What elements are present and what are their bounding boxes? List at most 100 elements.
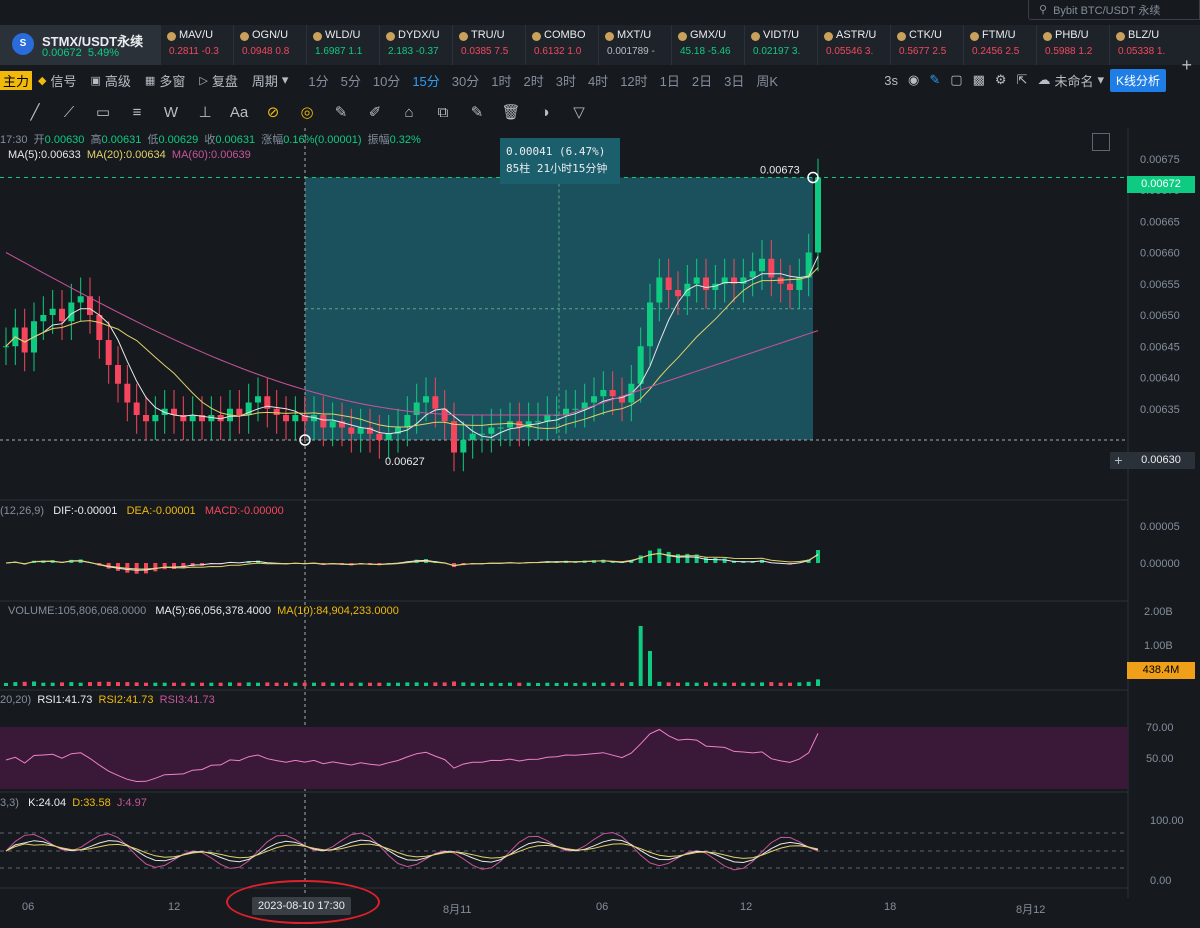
ticker-item[interactable]: GMX/U 45.18 -5.46: [671, 25, 744, 65]
search-input[interactable]: Bybit BTC/USDT 永续: [1053, 2, 1160, 18]
ray-icon[interactable]: ⟋: [58, 104, 80, 121]
ticker-item[interactable]: MXT/U 0.001789 -: [598, 25, 671, 65]
price-chart[interactable]: 0.006750.006700.006650.006600.006550.006…: [0, 128, 1200, 928]
candle-body: [469, 433, 476, 440]
timeframe-tab[interactable]: 周K: [750, 71, 784, 90]
ticker-item[interactable]: PHB/U 0.5988 1.2: [1036, 25, 1109, 65]
ticker-item[interactable]: BLZ/U 0.05338 1.: [1109, 25, 1182, 65]
coin-icon: [678, 32, 687, 41]
timeframe-tab[interactable]: 15分: [406, 71, 445, 90]
multi-window-button[interactable]: ▦ 多窗: [145, 71, 185, 90]
trash-icon[interactable]: 🗑: [500, 103, 522, 121]
period-dropdown[interactable]: 周期 ▾: [252, 71, 289, 90]
timeframe-tab[interactable]: 12时: [614, 71, 653, 90]
text-icon[interactable]: Aa: [228, 104, 250, 121]
volume-axis-tick: 2.00B: [1144, 606, 1173, 618]
magnet-icon[interactable]: ⊘: [262, 103, 284, 121]
macd-bar: [153, 563, 158, 572]
replay-button[interactable]: ▷ 复盘: [199, 71, 237, 90]
pen-icon[interactable]: ✐: [364, 103, 386, 121]
share-icon[interactable]: ⇱: [1017, 72, 1028, 88]
price-axis-tick: 0.00675: [1140, 154, 1180, 166]
main-force-tab[interactable]: 主力: [0, 70, 33, 90]
candle-body: [805, 252, 812, 278]
advanced-button[interactable]: ▣ 高级: [91, 71, 131, 90]
add-alert-icon[interactable]: +: [1110, 452, 1127, 469]
pen-icon[interactable]: ✎: [929, 72, 940, 88]
ticker-item[interactable]: COMBO 0.6132 1.0: [525, 25, 598, 65]
candle-body: [40, 315, 47, 322]
volume-bar: [405, 682, 410, 686]
volume-bar: [125, 682, 130, 686]
timeframe-tab[interactable]: 3时: [550, 71, 582, 90]
volume-bar: [517, 682, 522, 686]
ticker-item[interactable]: CTK/U 0.5677 2.5: [890, 25, 963, 65]
volume-bar: [78, 682, 83, 686]
edit-icon[interactable]: ✎: [466, 103, 488, 121]
timeframe-tab[interactable]: 5分: [335, 71, 367, 90]
candle-body: [143, 415, 149, 422]
advanced-icon: ▣: [90, 74, 101, 87]
rectangle-icon[interactable]: ▭: [92, 103, 114, 121]
timeframe-tab[interactable]: 10分: [367, 71, 406, 90]
timeframe-tab[interactable]: 2时: [517, 71, 549, 90]
delete-icon[interactable]: ⌂: [398, 104, 420, 121]
ticker-item[interactable]: WLD/U 1.6987 1.1: [306, 25, 379, 65]
ticker-item[interactable]: TRU/U 0.0385 7.5: [452, 25, 525, 65]
global-search[interactable]: ⚲ Bybit BTC/USDT 永续: [1028, 0, 1200, 20]
layout-icon[interactable]: ▩: [973, 72, 985, 88]
volume-bar: [452, 681, 456, 686]
candle-body: [273, 408, 280, 415]
volume-bar: [256, 682, 260, 686]
ticker-item[interactable]: FTM/U 0.2456 2.5: [963, 25, 1036, 65]
volume-bar: [162, 682, 167, 686]
parallel-channel-icon[interactable]: ≡: [126, 104, 148, 121]
copy-icon[interactable]: ⧉: [432, 104, 454, 121]
signal-button[interactable]: ◆ 信号: [38, 71, 76, 90]
cloud-layout-dropdown[interactable]: ☁ 未命名 ▾: [1037, 71, 1104, 90]
candle-body: [236, 408, 243, 415]
volume-bar: [442, 682, 447, 686]
camera-icon[interactable]: ◉: [908, 72, 919, 88]
timeframe-tab[interactable]: 1日: [654, 71, 686, 90]
fullscreen-icon[interactable]: ▢: [950, 72, 962, 88]
volume-bar: [788, 682, 792, 686]
wave-icon[interactable]: W: [160, 104, 182, 121]
volume-bar: [116, 682, 120, 686]
timeframe-tab[interactable]: 3日: [718, 71, 750, 90]
hide-icon[interactable]: ◑: [534, 104, 556, 121]
ticker-price: 1.6987 1.1: [315, 46, 363, 57]
ticker-item[interactable]: DYDX/U 2.183 -0.37: [379, 25, 452, 65]
lock-icon[interactable]: ◎: [296, 103, 318, 121]
ruler-icon[interactable]: ✎: [330, 103, 352, 121]
ticker-item[interactable]: OGN/U 0.0948 0.8: [233, 25, 306, 65]
settings-icon[interactable]: ⚙: [995, 72, 1007, 88]
timeframe-tab[interactable]: 1时: [485, 71, 517, 90]
ticker-item[interactable]: VIDT/U 0.02197 3.: [744, 25, 817, 65]
volume-price-tag: 438.4M: [1127, 662, 1195, 679]
measure-icon[interactable]: ⊥: [194, 103, 216, 121]
timeframe-tab[interactable]: 1分: [302, 71, 334, 90]
refresh-speed[interactable]: 3s: [884, 73, 898, 88]
volume-bar: [536, 683, 540, 686]
rsi-axis-tick: 70.00: [1146, 722, 1174, 734]
ticker-item[interactable]: MAV/U 0.2811 -0.3: [160, 25, 233, 65]
filter-icon[interactable]: ▽: [568, 103, 590, 121]
ticker-main-stmx[interactable]: S STMX/USDT永续 0.00672 5.49%: [0, 25, 160, 65]
ticker-item[interactable]: ASTR/U 0.05546 3.: [817, 25, 890, 65]
timeframe-tab[interactable]: 2日: [686, 71, 718, 90]
candle-body: [647, 302, 653, 347]
volume-bar: [69, 682, 74, 686]
kline-analysis-button[interactable]: K线分析: [1109, 68, 1166, 92]
ticker-main-price: 0.00672 5.49%: [42, 47, 120, 59]
macd-bar: [713, 557, 718, 563]
timeframe-tab[interactable]: 4时: [582, 71, 614, 90]
candle-body: [600, 390, 607, 397]
trend-line-icon[interactable]: ╱: [24, 103, 46, 121]
ticker-name: MXT/U: [617, 29, 652, 41]
timeframe-tab[interactable]: 30分: [446, 71, 485, 90]
volume-bar: [265, 682, 270, 686]
price-axis-tick: 0.00635: [1140, 404, 1180, 416]
volume-bar: [601, 682, 606, 686]
volume-axis-tick: 1.00B: [1144, 640, 1173, 652]
